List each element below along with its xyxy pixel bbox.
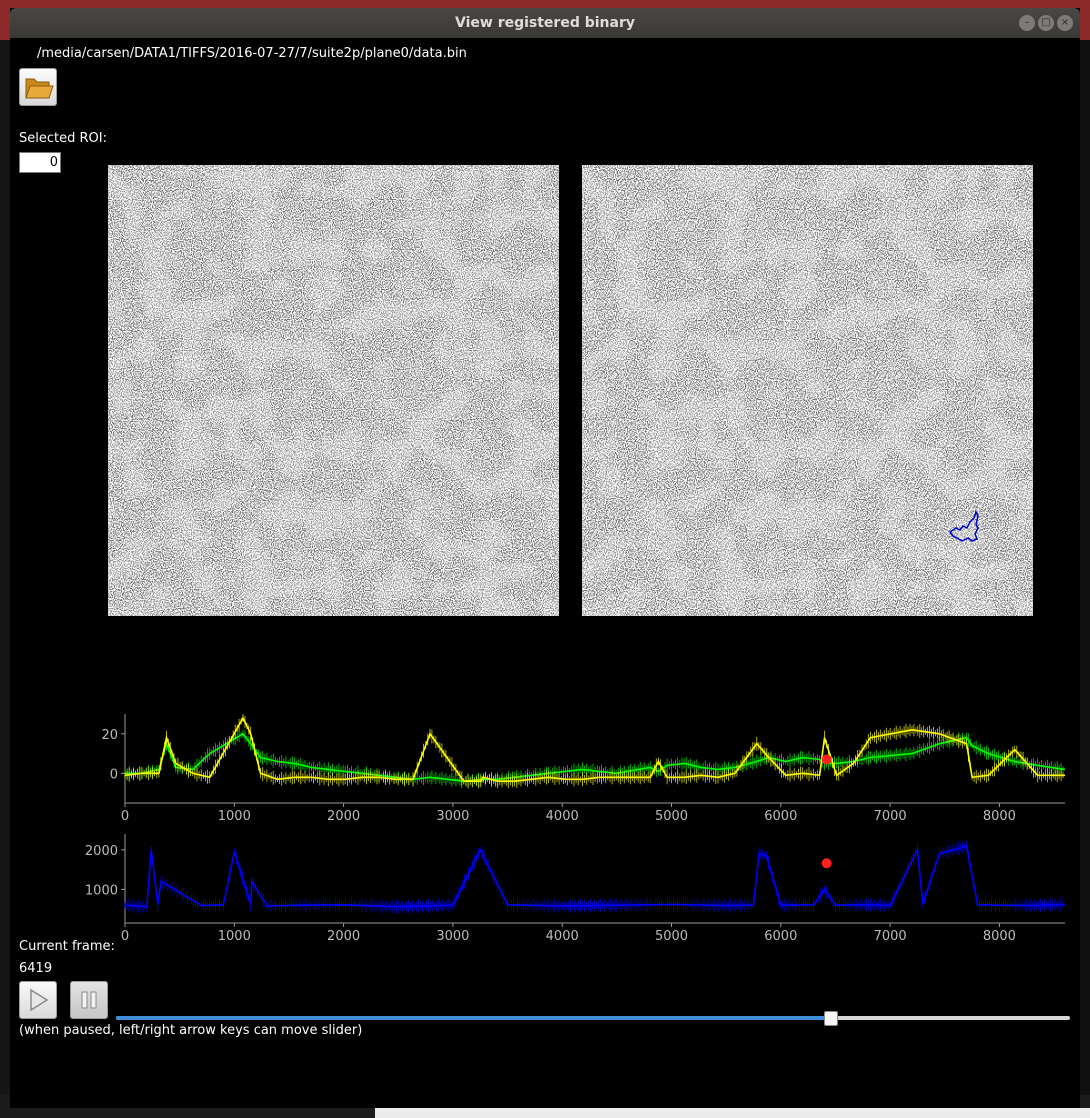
x-tick-label: 0 — [121, 929, 129, 943]
x-tick-label: 7000 — [874, 809, 907, 823]
x-tick-label: 3000 — [436, 929, 469, 943]
x-tick-label: 2000 — [327, 809, 360, 823]
y-tick-label: 1000 — [85, 883, 118, 898]
x-tick-label: 8000 — [983, 929, 1016, 943]
background-editor-strip — [375, 1108, 1090, 1118]
x-tick-label: 6000 — [764, 929, 797, 943]
x-tick-label: 4000 — [546, 809, 579, 823]
x-tick-label: 2000 — [327, 929, 360, 943]
x-tick-label: 4000 — [546, 929, 579, 943]
x-tick-label: 0 — [121, 809, 129, 823]
x-tick-label: 3000 — [436, 809, 469, 823]
x-tick-label: 1000 — [218, 929, 251, 943]
title-bar[interactable]: View registered binary – □ × — [10, 8, 1080, 38]
frame-slider-fill — [116, 1016, 830, 1020]
close-icon[interactable]: × — [1057, 15, 1073, 31]
x-tick-label: 5000 — [655, 809, 688, 823]
x-tick-label: 5000 — [655, 929, 688, 943]
roi-trace-plot[interactable]: 0 1000 2000 3000 4000 5000 6000 7000 8000 1000 200… — [65, 828, 1066, 944]
series-line — [124, 844, 1066, 908]
x-tick-label: 6000 — [764, 809, 797, 823]
window-title: View registered binary — [455, 15, 635, 31]
pause-button[interactable] — [70, 981, 108, 1019]
current-frame-label: Current frame: — [19, 939, 115, 954]
mean-image-with-roi — [582, 165, 1033, 616]
fluorescence-trace-plot[interactable]: 0 1000 2000 3000 4000 5000 6000 7000 8000 0 20 — [65, 708, 1066, 824]
x-tick-label: 8000 — [983, 809, 1016, 823]
y-tick-label: 20 — [101, 728, 118, 743]
pause-icon — [81, 991, 97, 1009]
y-tick-label: 2000 — [85, 844, 118, 859]
folder-open-icon — [25, 78, 54, 99]
current-frame-marker — [821, 754, 832, 765]
slider-hint: (when paused, left/right arrow keys can … — [19, 1023, 363, 1038]
maximize-icon[interactable]: □ — [1038, 15, 1054, 31]
minimize-icon[interactable]: – — [1019, 15, 1035, 31]
x-tick-label: 7000 — [874, 929, 907, 943]
frame-slider-handle[interactable] — [823, 1011, 838, 1026]
play-button[interactable] — [19, 981, 57, 1019]
frame-slider[interactable] — [116, 1011, 1070, 1026]
open-file-button[interactable] — [19, 68, 57, 106]
series-noise — [124, 714, 1064, 789]
view-registered-binary-window: View registered binary – □ × /media/cars… — [10, 8, 1080, 1108]
registered-frame-image — [108, 165, 559, 616]
selected-roi-label: Selected ROI: — [19, 131, 107, 146]
background-window-right — [1080, 40, 1090, 1100]
selected-roi-input[interactable]: 0 — [19, 152, 61, 173]
current-frame-marker — [821, 858, 832, 869]
play-icon — [30, 988, 49, 1012]
file-path: /media/carsen/DATA1/TIFFS/2016-07-27/7/s… — [37, 46, 467, 61]
x-tick-label: 1000 — [218, 809, 251, 823]
current-frame-value: 6419 — [19, 961, 53, 976]
y-tick-label: 0 — [110, 767, 118, 782]
